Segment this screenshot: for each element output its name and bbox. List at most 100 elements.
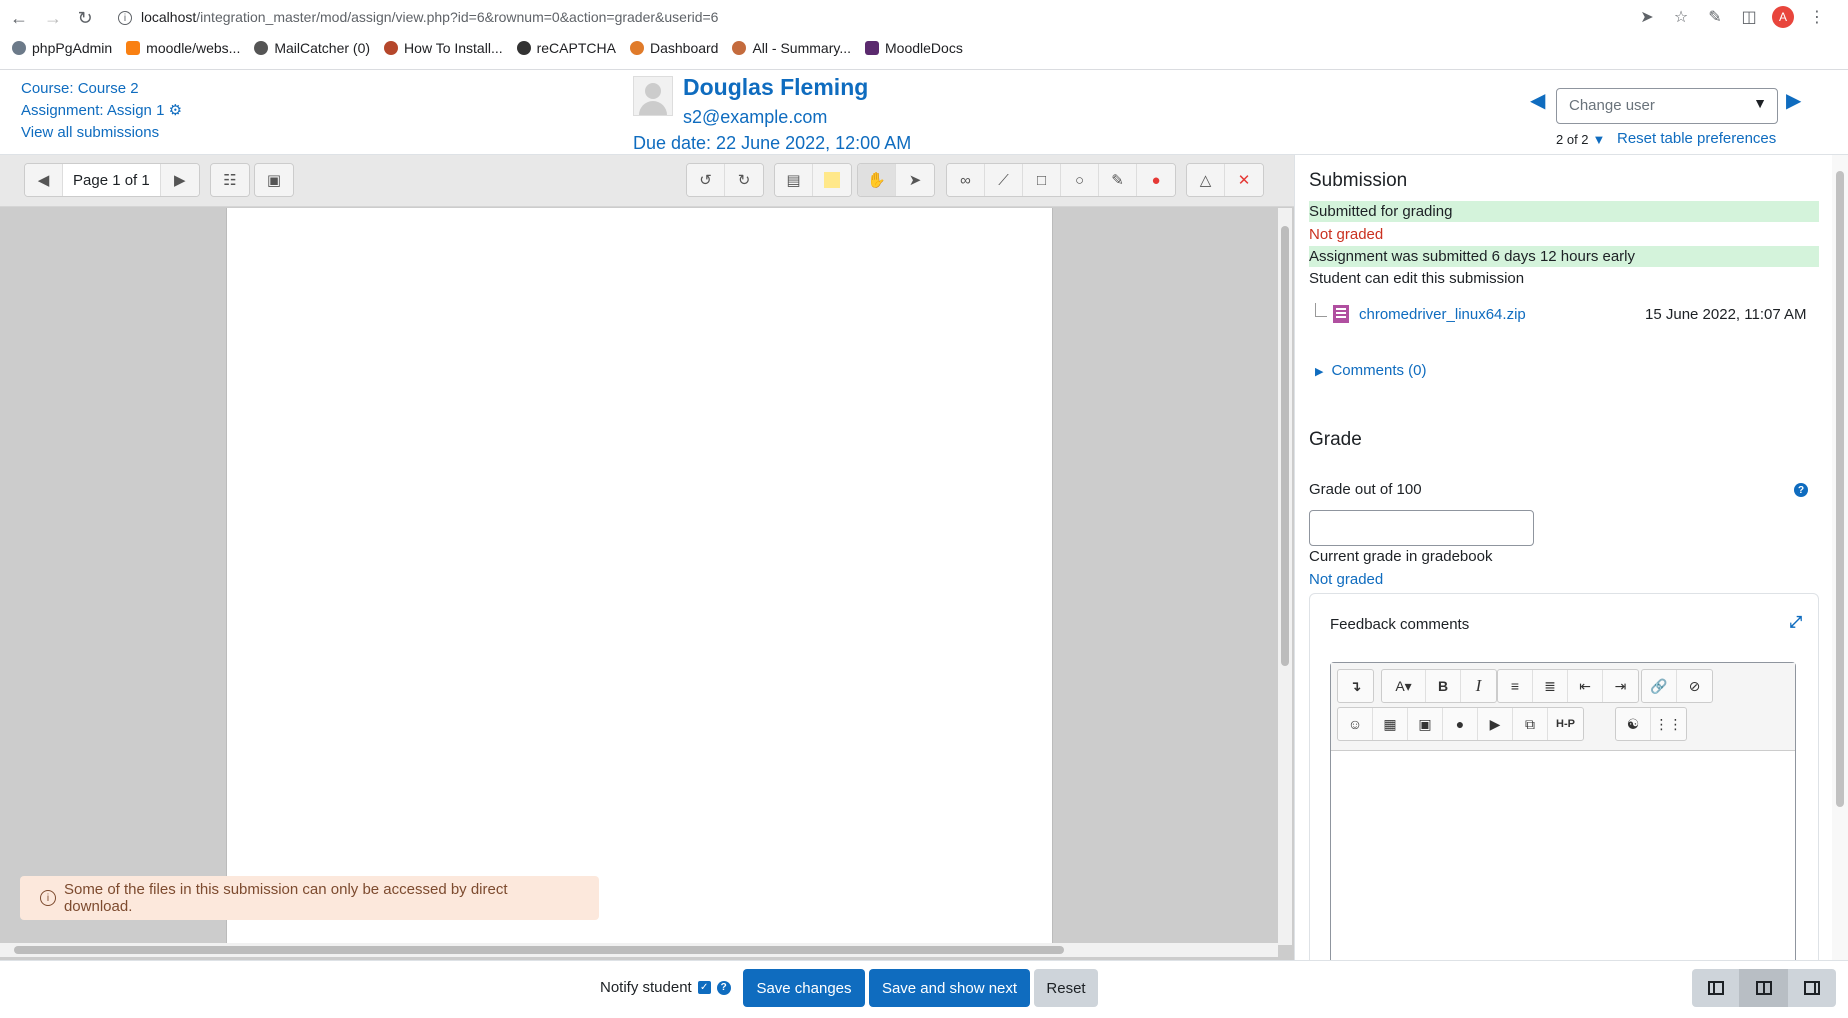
view-all-submissions-link[interactable]: View all submissions [21, 124, 159, 141]
save-changes-button[interactable]: Save changes [743, 969, 865, 1007]
gear-icon[interactable]: ⚙ [169, 102, 182, 119]
bookmark-favicon-icon [12, 41, 26, 55]
next-page-icon[interactable]: ▶ [160, 164, 199, 196]
oval-icon[interactable]: ○ [1061, 164, 1099, 196]
line-icon[interactable]: ⟋ [985, 164, 1023, 196]
user-avatar [633, 76, 673, 116]
assignment-link[interactable]: Assignment: Assign 1 [21, 102, 164, 119]
notify-checkbox[interactable]: ✓ [697, 981, 711, 994]
bold-icon[interactable]: B [1426, 670, 1461, 702]
annotation-color-icon[interactable]: ● [1137, 164, 1175, 196]
save-and-show-next-button[interactable]: Save and show next [869, 969, 1030, 1007]
stamp-group: △ ✕ [1186, 163, 1264, 197]
page-label[interactable]: Page 1 of 1 [63, 164, 161, 196]
bookmark-item[interactable]: moodle/webs... [126, 40, 240, 56]
h5p-icon[interactable]: H-P [1548, 708, 1583, 740]
reload-icon[interactable]: ↻ [70, 3, 100, 33]
search-comments-icon[interactable]: ☷ [211, 164, 249, 196]
zip-file-icon [1333, 305, 1349, 323]
fullscreen-expand-icon[interactable]: ⤢ [1789, 614, 1802, 632]
stamp-icon[interactable]: △ [1187, 164, 1225, 196]
default-layout-button[interactable] [1740, 969, 1788, 1007]
bookmark-item[interactable]: MailCatcher (0) [254, 40, 370, 56]
vertical-scrollbar[interactable] [1278, 208, 1292, 945]
comment-group: ▤ [774, 163, 852, 197]
comment-icon[interactable]: ▤ [775, 164, 813, 196]
extensions-icon[interactable]: ✎ [1704, 6, 1726, 28]
microphone-icon[interactable]: ● [1443, 708, 1478, 740]
rectangle-icon[interactable]: □ [1023, 164, 1061, 196]
grade-input[interactable] [1309, 510, 1534, 546]
bookmark-favicon-icon [516, 41, 531, 55]
comments-toggle[interactable]: ▶ Comments (0) [1315, 362, 1427, 379]
menu-icon[interactable]: ⋮ [1806, 6, 1828, 28]
outdent-icon[interactable]: ⇤ [1568, 670, 1603, 702]
layout-left-icon [1707, 981, 1724, 995]
expand-collapse-icon[interactable]: ▣ [255, 164, 293, 196]
image-icon[interactable]: ▦ [1373, 708, 1408, 740]
change-user-select[interactable]: Change user ▼ [1556, 88, 1778, 124]
url-field[interactable]: localhost/integration_master/mod/assign/… [141, 9, 718, 25]
comment-color-icon[interactable] [813, 164, 851, 196]
filter-icon[interactable]: ▼ [1593, 132, 1606, 147]
profile-avatar[interactable]: A [1772, 6, 1794, 28]
bookmark-star-icon[interactable]: ☆ [1670, 6, 1692, 28]
pen-icon[interactable]: ∞ [947, 164, 985, 196]
accessibility-icon[interactable]: ☯ [1616, 708, 1651, 740]
emoji-icon[interactable]: ☺ [1338, 708, 1373, 740]
collapse-review-panel-button[interactable] [1692, 969, 1740, 1007]
forward-icon[interactable]: → [38, 3, 68, 33]
help-icon[interactable]: ? [716, 980, 731, 995]
back-icon[interactable]: ← [4, 3, 34, 33]
ordered-list-icon[interactable]: ≣ [1533, 670, 1568, 702]
rotate-left-icon[interactable]: ↺ [687, 164, 725, 196]
italic-icon[interactable]: I [1461, 670, 1496, 702]
pan-hand-icon[interactable]: ✋ [858, 164, 896, 196]
next-user-icon[interactable]: ▶ [1786, 88, 1801, 113]
file-link[interactable]: chromedriver_linux64.zip [1359, 306, 1526, 323]
video-icon[interactable]: ▶ [1478, 708, 1513, 740]
editor-content-area[interactable] [1331, 751, 1795, 960]
direct-download-notice: i Some of the files in this submission c… [20, 876, 599, 920]
delete-icon[interactable]: ✕ [1225, 164, 1263, 196]
bookmark-item[interactable]: All - Summary... [732, 40, 851, 56]
reset-button[interactable]: Reset [1034, 969, 1098, 1007]
bookmark-item[interactable]: MoodleDocs [865, 40, 963, 56]
document-page[interactable] [226, 208, 1053, 945]
previous-page-icon[interactable]: ◀ [25, 164, 63, 196]
sidepanel-icon[interactable]: ◫ [1738, 6, 1760, 28]
highlight-icon[interactable]: ✎ [1099, 164, 1137, 196]
user-email-link[interactable]: s2@example.com [683, 107, 827, 128]
indent-icon[interactable]: ⇥ [1603, 670, 1638, 702]
send-icon[interactable]: ➤ [1636, 6, 1658, 28]
site-info-icon[interactable]: i [118, 11, 132, 25]
toolbar-toggle-icon[interactable]: ↴ [1338, 670, 1373, 702]
course-link[interactable]: Course: Course 2 [21, 80, 139, 97]
bookmark-item[interactable]: reCAPTCHA [516, 40, 616, 56]
search-comments-group: ☷ [210, 163, 250, 197]
unlink-icon[interactable]: ⊘ [1677, 670, 1712, 702]
user-name-link[interactable]: Douglas Fleming [683, 74, 868, 101]
previous-user-icon[interactable]: ◀ [1530, 88, 1545, 113]
link-icon[interactable]: 🔗 [1642, 670, 1677, 702]
horizontal-scrollbar[interactable] [0, 943, 1278, 957]
copy-icon[interactable]: ⧉ [1513, 708, 1548, 740]
notify-label: Notify student [600, 979, 692, 996]
bookmark-item[interactable]: phpPgAdmin [12, 40, 112, 56]
select-pointer-icon[interactable]: ➤ [896, 164, 934, 196]
bookmark-item[interactable]: How To Install... [384, 40, 503, 56]
reset-table-preferences-link[interactable]: Reset table preferences [1617, 130, 1776, 147]
rotate-right-icon[interactable]: ↻ [725, 164, 763, 196]
font-style-icon[interactable]: A▾ [1382, 670, 1426, 702]
url-host: localhost [141, 9, 197, 25]
help-icon[interactable]: ? [1794, 483, 1808, 497]
bookmark-item[interactable]: Dashboard [629, 40, 718, 56]
current-grade-link[interactable]: Not graded [1309, 571, 1383, 588]
change-user-placeholder: Change user [1569, 97, 1655, 114]
screenreader-icon[interactable]: ⋮⋮ [1651, 708, 1686, 740]
side-scrollbar[interactable] [1832, 155, 1848, 960]
unordered-list-icon[interactable]: ≡ [1498, 670, 1533, 702]
bookmark-favicon-icon [126, 41, 141, 55]
collapse-grade-panel-button[interactable] [1788, 969, 1836, 1007]
media-file-icon[interactable]: ▣ [1408, 708, 1443, 740]
